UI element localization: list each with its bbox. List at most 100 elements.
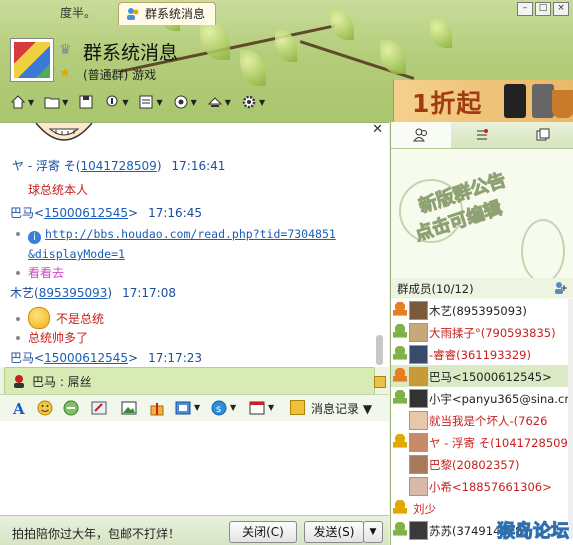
- list-button[interactable]: ▼: [136, 91, 164, 113]
- message-time: 17:17:23: [148, 351, 203, 365]
- sender-name[interactable]: ヤ - 浮寄 そ(1041728509): [12, 159, 162, 173]
- copy-icon: [536, 128, 550, 141]
- gift-icon[interactable]: [148, 399, 166, 417]
- message-record-button[interactable]: 消息记录 ▼: [290, 400, 372, 417]
- mail-icon[interactable]: [374, 376, 386, 388]
- tab-label: 度半。: [60, 6, 97, 20]
- folder-button[interactable]: ▼: [42, 91, 70, 113]
- close-icon[interactable]: ✕: [372, 123, 383, 137]
- tab-inactive[interactable]: 度半。: [50, 2, 106, 24]
- member-name: 就当我是个坏人-(7626: [429, 414, 548, 428]
- svg-text:s: s: [216, 404, 221, 415]
- member-name: 小希<18857661306>: [429, 480, 552, 494]
- vibration-icon[interactable]: [62, 399, 80, 417]
- link[interactable]: http://bbs.houdao.com/read.php?tid=73048…: [45, 227, 336, 241]
- member-status-icon: [393, 346, 407, 360]
- member-row[interactable]: 就当我是个坏人-(7626: [391, 409, 573, 431]
- watermark-logo: 猴岛论坛: [497, 521, 570, 543]
- group-announcement-banner[interactable]: 新版群公告 点击可编辑: [391, 149, 573, 299]
- image-icon[interactable]: [120, 399, 138, 417]
- add-member-icon[interactable]: [554, 281, 568, 295]
- member-name: 大雨揉子°(790593835): [429, 326, 556, 340]
- sender-name[interactable]: 木艺(895395093): [10, 286, 112, 300]
- member-row[interactable]: 小希<18857661306>: [391, 475, 573, 497]
- bottom-ad-link[interactable]: 拍拍陪你过大年，包邮不打烊！: [12, 525, 180, 542]
- avatar: [409, 389, 428, 408]
- list-icon: [477, 129, 488, 140]
- message-input[interactable]: [0, 421, 389, 515]
- group-icon: [127, 8, 139, 20]
- save-button[interactable]: [76, 91, 96, 113]
- close-button[interactable]: 关闭(C): [229, 521, 297, 543]
- ad-text: 1折起: [412, 89, 483, 118]
- cartoon-face-image: [35, 123, 93, 141]
- sender-name[interactable]: 巴马<15000612545>: [10, 206, 138, 220]
- member-scrollbar[interactable]: [568, 299, 573, 539]
- folder-icon: [44, 97, 60, 109]
- send-button[interactable]: 发送(S): [304, 521, 364, 543]
- member-row[interactable]: 木艺(895395093): [391, 299, 573, 321]
- mic-button[interactable]: ▼: [102, 91, 130, 113]
- settings-button[interactable]: ▼: [239, 91, 267, 113]
- message-body: &displayMode=1: [28, 247, 389, 261]
- qq-chat-window: { "tabs": [ {"label": "度半。"}, {"label": …: [0, 0, 573, 545]
- send-options-button[interactable]: ▼: [363, 521, 383, 543]
- message-body: 总统帅多了: [0, 329, 385, 346]
- member-name: 刘少: [413, 502, 436, 516]
- chat-scrollbar[interactable]: [376, 335, 383, 365]
- avatar: [409, 301, 428, 320]
- message-header: 巴马<15000612545> 17:17:23: [10, 349, 389, 366]
- camera-button[interactable]: ▼: [171, 91, 199, 113]
- phone-image: [532, 84, 554, 118]
- screenshot-icon[interactable]: [174, 399, 192, 417]
- members-count: 群成员(10/12): [397, 282, 474, 296]
- tab-share[interactable]: [513, 122, 573, 148]
- emoji-icon[interactable]: [36, 399, 54, 417]
- window-controls: – □ ×: [517, 2, 569, 16]
- member-row[interactable]: 刘少: [391, 497, 573, 519]
- share-button[interactable]: ▼: [205, 91, 233, 113]
- member-name: 小宇<panyu365@sina.cn>: [429, 392, 573, 406]
- tab-active[interactable]: 群系统消息: [118, 2, 217, 25]
- home-button[interactable]: ▼: [8, 91, 36, 113]
- ad-banner[interactable]: 1折起: [393, 80, 573, 122]
- sender-qq: 15000612545: [44, 351, 129, 365]
- maximize-icon[interactable]: □: [535, 2, 551, 16]
- member-status-icon: [393, 434, 407, 448]
- member-row[interactable]: 小宇<panyu365@sina.cn>: [391, 387, 573, 409]
- member-status-icon: [393, 324, 407, 338]
- member-name: 木艺(895395093): [429, 304, 527, 318]
- avatar: [409, 477, 428, 496]
- member-name: 巴马<15000612545>: [429, 370, 552, 384]
- gear-icon: [242, 95, 256, 109]
- phone-image: [504, 84, 526, 118]
- group-avatar[interactable]: [10, 38, 54, 82]
- link[interactable]: &displayMode=1: [28, 247, 125, 261]
- member-row[interactable]: ヤ - 浮寄 そ(1041728509: [391, 431, 573, 453]
- member-row[interactable]: 巴黎(20802357): [391, 453, 573, 475]
- member-row[interactable]: -睿睿(361193329): [391, 343, 573, 365]
- latest-message-bar[interactable]: 巴马 : 屌丝: [4, 367, 375, 395]
- tab-members[interactable]: [391, 122, 451, 148]
- save-icon: [79, 95, 93, 109]
- tab-list[interactable]: [452, 122, 512, 148]
- group-subtitle: (普通群) 游戏: [83, 68, 157, 82]
- sender-name[interactable]: 巴马<15000612545>: [10, 351, 138, 365]
- input-toolbar: A ▼ s ▼ ▼ 消息记录 ▼: [0, 394, 389, 422]
- member-row[interactable]: 大雨揉子°(790593835): [391, 321, 573, 343]
- crown-icon: ♛: [59, 42, 72, 58]
- chat-history[interactable]: ✕ ヤ - 浮寄 そ(1041728509) 17:16:41 球总统本人 巴马<…: [0, 122, 389, 367]
- message-body: 看看去: [0, 264, 385, 281]
- pen-icon[interactable]: [90, 399, 108, 417]
- minimize-icon[interactable]: –: [517, 2, 533, 16]
- calendar-icon[interactable]: [248, 399, 266, 417]
- message-time: 17:16:41: [171, 159, 226, 173]
- sender-qq: 1041728509: [80, 159, 157, 173]
- close-icon[interactable]: ×: [553, 2, 569, 16]
- font-icon[interactable]: A: [10, 399, 28, 417]
- sender-qq: 895395093: [38, 286, 108, 300]
- message-time: 17:16:45: [148, 206, 203, 220]
- music-icon[interactable]: s: [210, 399, 228, 417]
- message-header: 巴马<15000612545> 17:16:45: [10, 204, 389, 221]
- member-row[interactable]: 巴马<15000612545>: [391, 365, 573, 387]
